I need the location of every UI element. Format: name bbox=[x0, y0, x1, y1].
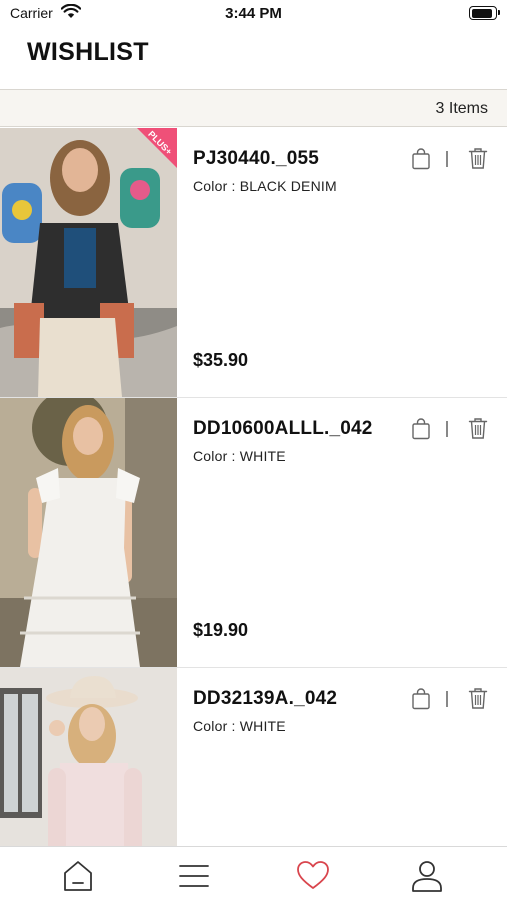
page-title: WISHLIST bbox=[27, 38, 149, 66]
item-count-bar: 3 Items bbox=[0, 89, 507, 127]
product-color: Color : WHITE bbox=[193, 718, 286, 734]
product-price: $35.90 bbox=[193, 350, 249, 370]
add-to-bag-icon[interactable] bbox=[411, 688, 431, 710]
product-name[interactable]: DD32139A._042 bbox=[193, 688, 405, 710]
delete-icon[interactable] bbox=[468, 687, 488, 710]
delete-icon[interactable] bbox=[468, 147, 488, 170]
battery-level bbox=[471, 8, 492, 18]
battery-icon bbox=[469, 6, 500, 20]
action-divider bbox=[446, 691, 448, 707]
menu-icon[interactable] bbox=[177, 859, 211, 893]
product-name[interactable]: DD10600ALLL._042 bbox=[193, 418, 405, 440]
product-price: $19.90 bbox=[193, 620, 249, 640]
home-icon[interactable] bbox=[61, 859, 95, 893]
tab-bar bbox=[0, 846, 507, 900]
product-name[interactable]: PJ30440._055 bbox=[193, 148, 405, 170]
profile-icon[interactable] bbox=[410, 859, 444, 893]
product-color: Color : BLACK DENIM bbox=[193, 178, 337, 194]
add-to-bag-icon[interactable] bbox=[411, 418, 431, 440]
action-divider bbox=[446, 421, 448, 437]
wishlist-item[interactable]: DD10600ALLL._042 Color : WHITE $19.90 bbox=[0, 398, 507, 668]
item-count: 3 Items bbox=[435, 100, 488, 117]
add-to-bag-icon[interactable] bbox=[411, 148, 431, 170]
product-image[interactable] bbox=[0, 398, 177, 667]
product-color: Color : WHITE bbox=[193, 448, 286, 464]
action-divider bbox=[446, 151, 448, 167]
heart-icon[interactable] bbox=[296, 859, 330, 893]
wishlist-item[interactable]: PLUS+ PJ30440._055 Color : BLACK DENIM $… bbox=[0, 128, 507, 398]
clock: 3:44 PM bbox=[225, 5, 282, 22]
status-bar: Carrier 3:44 PM bbox=[0, 0, 507, 28]
product-image[interactable]: PLUS+ bbox=[0, 128, 177, 397]
delete-icon[interactable] bbox=[468, 417, 488, 440]
